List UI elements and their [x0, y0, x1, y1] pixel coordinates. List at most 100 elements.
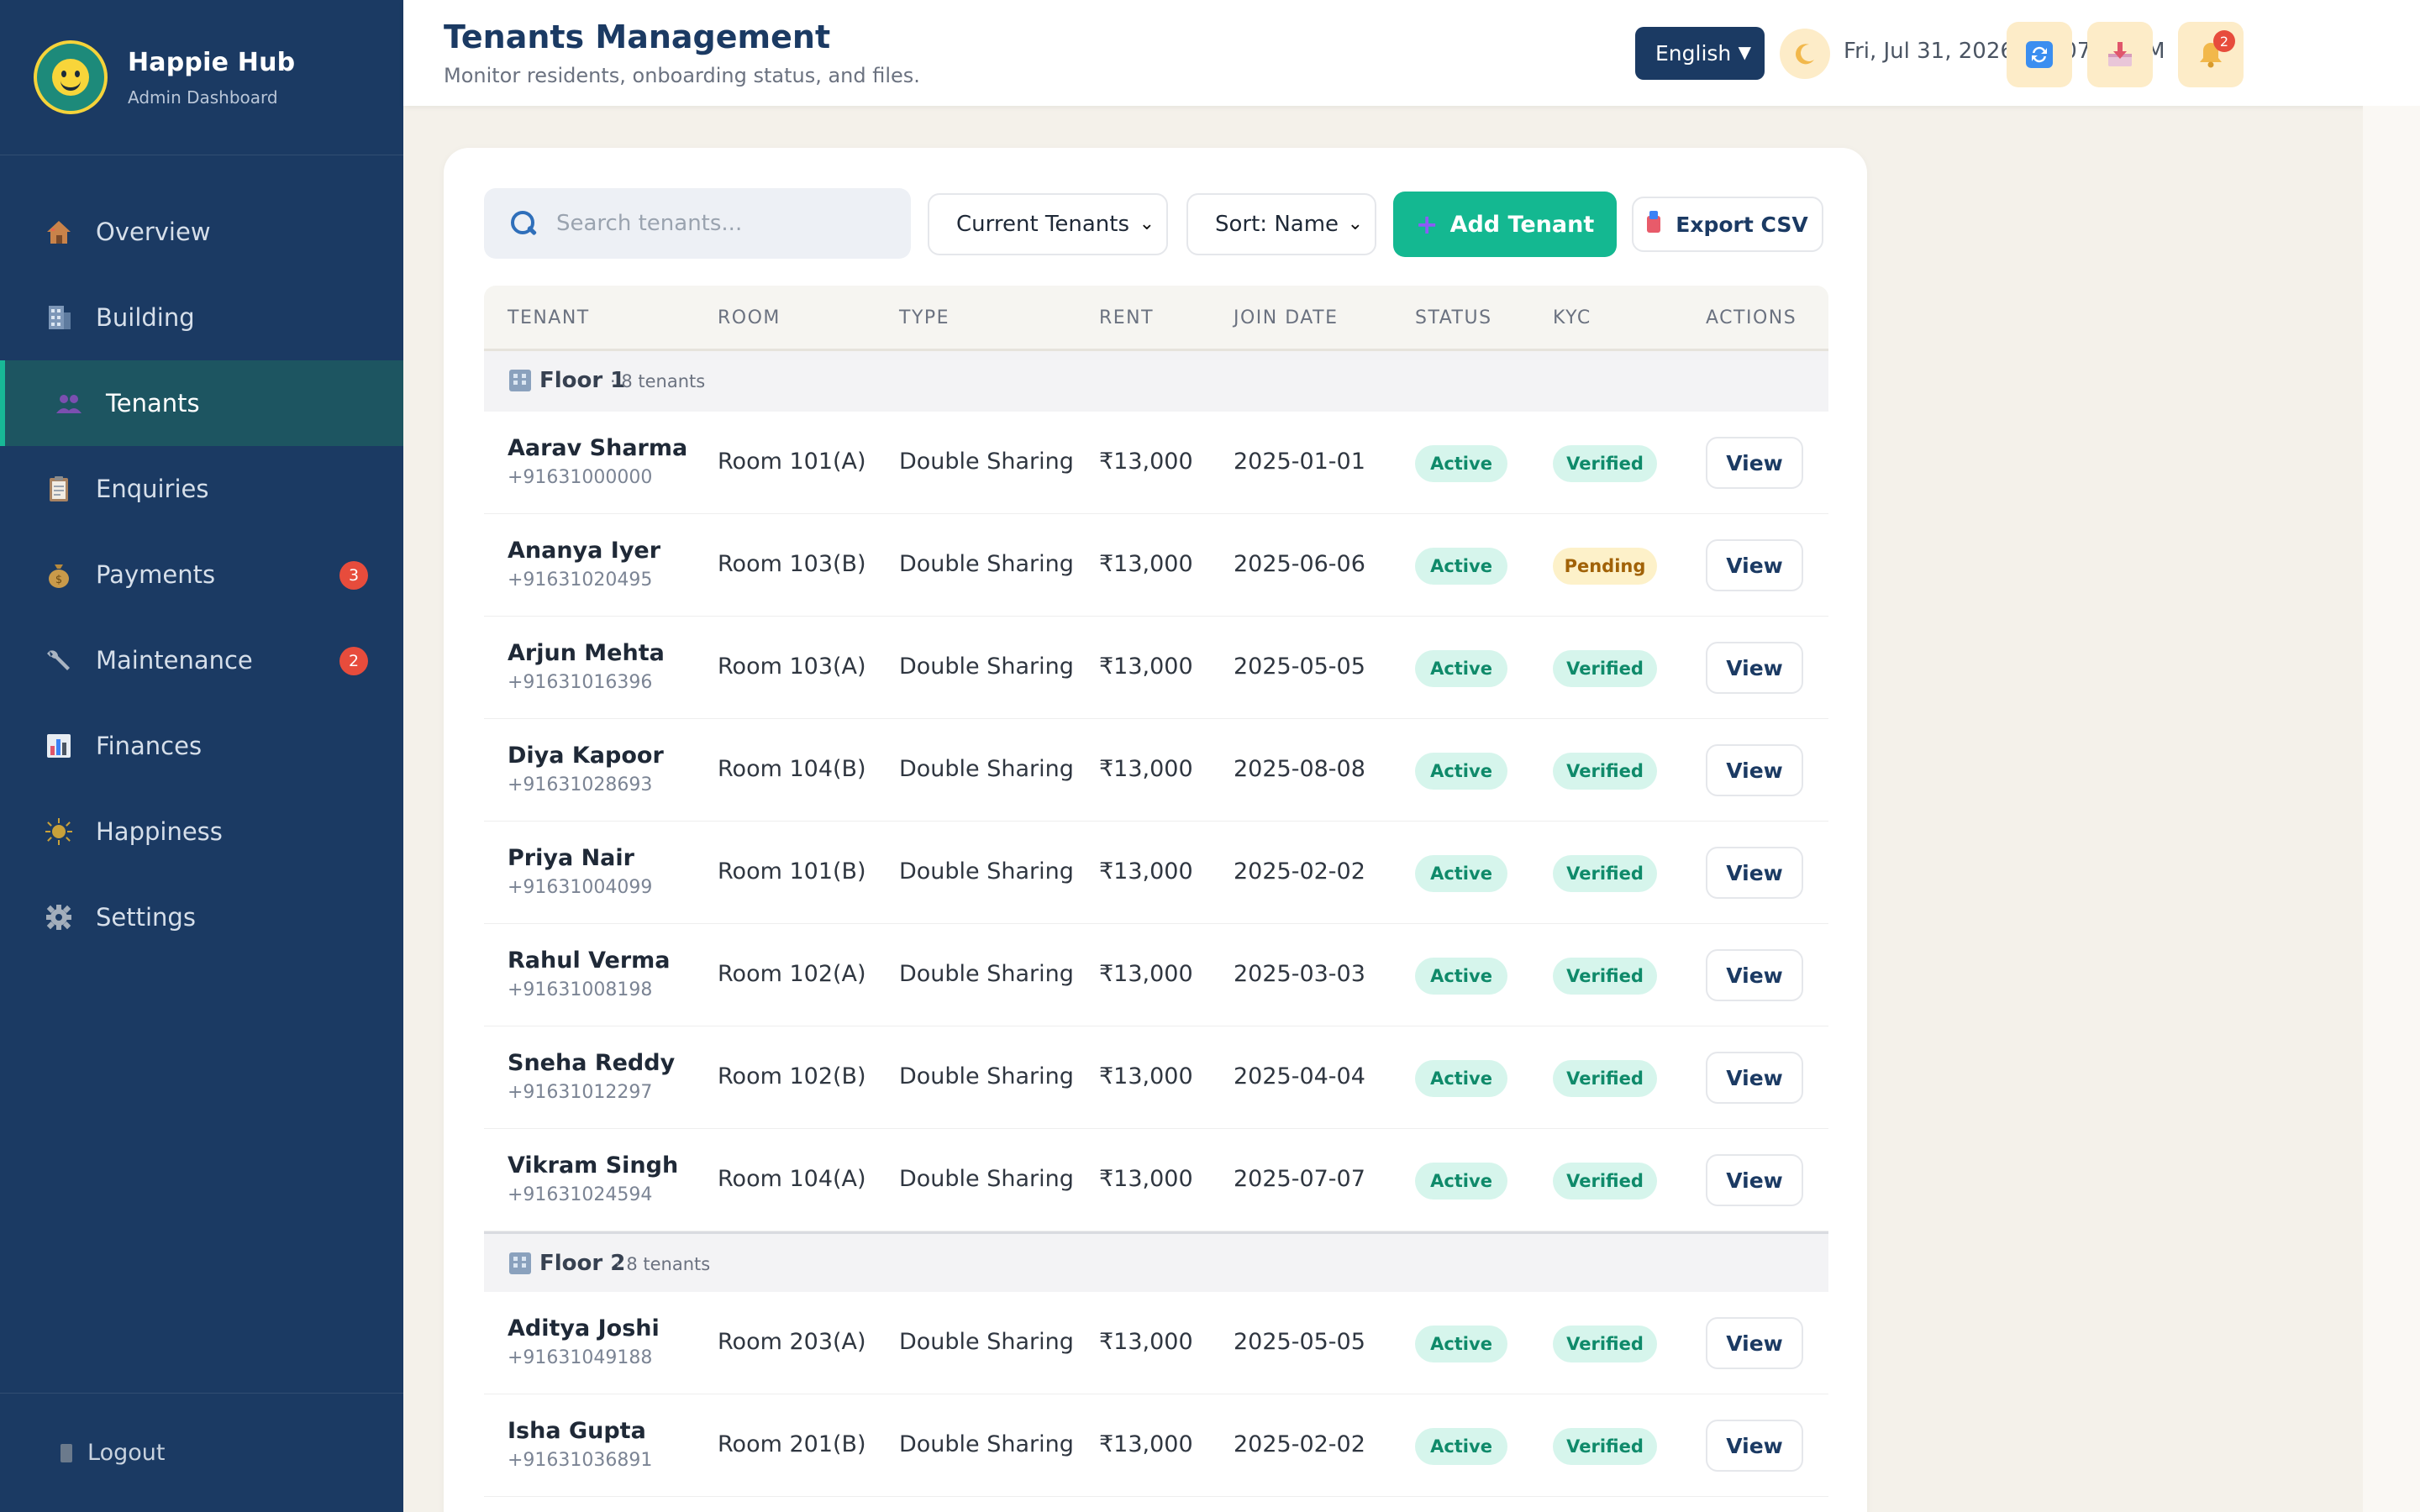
- tenant-name: Priya Nair: [508, 845, 634, 871]
- notifications-button[interactable]: 2: [2178, 22, 2244, 87]
- search-box[interactable]: [484, 188, 911, 259]
- plus-icon: +: [1415, 208, 1439, 240]
- top-header: Tenants Management Monitor residents, on…: [403, 0, 2420, 106]
- column-header-join-date[interactable]: JOIN DATE: [1234, 307, 1338, 328]
- column-header-kyc[interactable]: KYC: [1553, 307, 1591, 328]
- kyc-badge: Verified: [1553, 753, 1657, 790]
- sidebar-item-label: Settings: [96, 903, 196, 932]
- view-button[interactable]: View: [1706, 642, 1803, 694]
- tenant-phone: +91631000000: [508, 467, 653, 488]
- sidebar-nav: Overview Building Tenants Enquiries $ Pa…: [0, 189, 403, 960]
- kyc-badge: Verified: [1553, 1428, 1657, 1465]
- column-header-status[interactable]: STATUS: [1415, 307, 1492, 328]
- sidebar-item-happiness[interactable]: Happiness: [0, 789, 403, 874]
- bar-chart-icon: [42, 729, 76, 763]
- view-button[interactable]: View: [1706, 847, 1803, 899]
- tenant-room: Room 101(B): [718, 858, 866, 885]
- sidebar-item-maintenance[interactable]: Maintenance 2: [0, 617, 403, 703]
- export-csv-label: Export CSV: [1676, 212, 1808, 237]
- view-button[interactable]: View: [1706, 1317, 1803, 1369]
- tenant-name: Isha Gupta: [508, 1418, 646, 1444]
- tenant-rent: ₹13,000: [1099, 1166, 1193, 1192]
- brand: Happie Hub Admin Dashboard: [0, 0, 403, 155]
- tenant-rent: ₹13,000: [1099, 1431, 1193, 1457]
- kyc-badge: Verified: [1553, 1163, 1657, 1200]
- view-button[interactable]: View: [1706, 1154, 1803, 1206]
- export-icon: [1647, 211, 1661, 233]
- tenant-type: Double Sharing: [899, 1329, 1074, 1355]
- inbox-download-icon: [2108, 42, 2132, 66]
- tenant-filter-select[interactable]: Current Tenants ⌄: [928, 193, 1168, 255]
- building-icon: [42, 301, 76, 334]
- sidebar-item-settings[interactable]: Settings: [0, 874, 403, 960]
- column-header-actions: ACTIONS: [1706, 307, 1797, 328]
- language-select[interactable]: English ▼: [1635, 27, 1765, 80]
- view-button[interactable]: View: [1706, 437, 1803, 489]
- sort-select[interactable]: Sort: Name ⌄: [1186, 193, 1376, 255]
- tenant-join-date: 2025-08-08: [1234, 756, 1365, 782]
- building-icon: [509, 370, 531, 391]
- floor-group-header: Floor 1 · 8 tenants: [484, 351, 1828, 412]
- app-name: Happie Hub: [128, 47, 296, 77]
- download-button[interactable]: [2087, 22, 2153, 87]
- building-icon: [509, 1252, 531, 1274]
- sidebar-item-label: Payments: [96, 560, 216, 589]
- notification-count-badge: 2: [2213, 30, 2235, 52]
- tenant-phone: +91631036891: [508, 1450, 653, 1471]
- chevron-down-icon: ▼: [1738, 42, 1751, 62]
- sidebar-item-finances[interactable]: Finances: [0, 703, 403, 789]
- tenant-phone: +91631049188: [508, 1347, 653, 1368]
- status-badge: Active: [1415, 958, 1507, 995]
- refresh-button[interactable]: [2007, 22, 2072, 87]
- column-header-tenant[interactable]: TENANT: [508, 307, 590, 328]
- theme-toggle-button[interactable]: [1780, 29, 1830, 79]
- column-header-room[interactable]: ROOM: [718, 307, 781, 328]
- table-row: Rahul Verma +91631008198 Room 102(A) Dou…: [484, 924, 1828, 1026]
- tenant-type: Double Sharing: [899, 449, 1074, 475]
- money-bag-icon: $: [42, 558, 76, 591]
- floor-name: Floor 2: [539, 1251, 626, 1276]
- tenant-name: Arjun Mehta: [508, 640, 665, 666]
- kyc-badge: Pending: [1553, 548, 1657, 585]
- column-header-type[interactable]: TYPE: [899, 307, 950, 328]
- view-button[interactable]: View: [1706, 744, 1803, 796]
- search-input[interactable]: [556, 211, 909, 236]
- view-button[interactable]: View: [1706, 1052, 1803, 1104]
- sidebar-item-payments[interactable]: $ Payments 3: [0, 532, 403, 617]
- tenant-type: Double Sharing: [899, 654, 1074, 680]
- logout-button[interactable]: Logout: [0, 1393, 403, 1512]
- search-icon: [511, 211, 536, 236]
- clipboard-icon: [42, 472, 76, 506]
- sidebar-item-tenants[interactable]: Tenants: [0, 360, 403, 446]
- tenant-room: Room 102(A): [718, 961, 866, 987]
- view-button[interactable]: View: [1706, 949, 1803, 1001]
- sort-value: Sort: Name: [1215, 212, 1339, 237]
- happie-hub-logo: [34, 40, 108, 114]
- sidebar-item-label: Building: [96, 303, 195, 332]
- people-icon: [52, 386, 86, 420]
- tenants-table: TENANT ROOM TYPE RENT JOIN DATE STATUS K…: [484, 286, 1828, 1497]
- sidebar-item-building[interactable]: Building: [0, 275, 403, 360]
- tenant-join-date: 2025-05-05: [1234, 654, 1365, 680]
- view-button[interactable]: View: [1706, 539, 1803, 591]
- page-title: Tenants Management: [444, 18, 831, 55]
- column-header-rent[interactable]: RENT: [1099, 307, 1154, 328]
- tenant-rent: ₹13,000: [1099, 1329, 1193, 1355]
- sidebar-item-overview[interactable]: Overview: [0, 189, 403, 275]
- tenant-phone: +91631016396: [508, 672, 653, 693]
- add-tenant-button[interactable]: + Add Tenant: [1393, 192, 1617, 257]
- moon-icon: [1796, 44, 1814, 65]
- status-badge: Active: [1415, 650, 1507, 687]
- status-badge: Active: [1415, 1060, 1507, 1097]
- tenant-join-date: 2025-05-05: [1234, 1329, 1365, 1355]
- sidebar-item-enquiries[interactable]: Enquiries: [0, 446, 403, 532]
- tenant-type: Double Sharing: [899, 756, 1074, 782]
- tenant-name: Sneha Reddy: [508, 1050, 676, 1076]
- tenant-phone: +91631020495: [508, 570, 653, 591]
- tenant-room: Room 103(A): [718, 654, 866, 680]
- view-button[interactable]: View: [1706, 1420, 1803, 1472]
- export-csv-button[interactable]: Export CSV: [1632, 197, 1823, 252]
- kyc-badge: Verified: [1553, 445, 1657, 482]
- table-row: Sneha Reddy +91631012297 Room 102(B) Dou…: [484, 1026, 1828, 1129]
- smiley-logo-icon: [52, 59, 89, 96]
